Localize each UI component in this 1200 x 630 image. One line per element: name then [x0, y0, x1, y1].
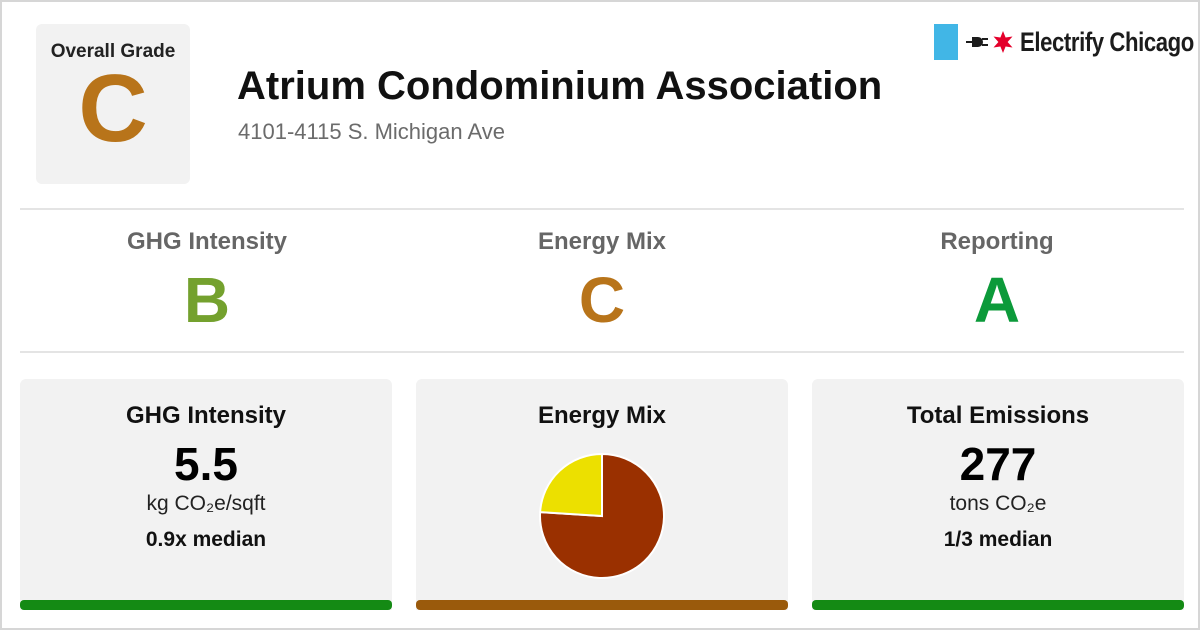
building-title: Atrium Condominium Association — [237, 64, 883, 108]
metric-title: Energy Mix — [537, 402, 667, 429]
metric-median-comparison: 1/3 median — [943, 528, 1053, 551]
pie-slice — [539, 452, 603, 518]
grade-color-bar — [20, 600, 392, 610]
grade-color-bar — [812, 600, 1184, 610]
plug-icon — [966, 37, 988, 47]
grades-divider — [20, 351, 1184, 353]
metric-median-comparison: 0.9x median — [145, 528, 267, 551]
building-summary-card: Overall Grade C Atrium Condominium Assoc… — [0, 0, 1200, 630]
metric-card-energy-mix: Energy Mix — [416, 379, 788, 610]
subgrade-label: GHG Intensity — [126, 228, 288, 255]
subgrade-label: Energy Mix — [537, 228, 667, 255]
metric-card-total-emissions: Total Emissions 277 tons CO₂e 1/3 median — [812, 379, 1184, 610]
subgrade-letter: A — [973, 264, 1021, 336]
subgrade-ghg-intensity: GHG Intensity B — [57, 228, 357, 334]
metric-card-ghg-intensity: GHG Intensity 5.5 kg CO₂e/sqft 0.9x medi… — [20, 379, 392, 610]
building-address: 4101-4115 S. Michigan Ave — [238, 119, 506, 144]
metric-value: 277 — [959, 438, 1037, 490]
metric-title: GHG Intensity — [125, 402, 287, 429]
subgrade-letter: C — [578, 264, 626, 336]
metric-unit: tons CO₂e — [949, 492, 1047, 515]
grade-color-bar — [416, 600, 788, 610]
subgrade-energy-mix: Energy Mix C — [452, 228, 752, 334]
subgrade-label: Reporting — [940, 228, 1054, 255]
brand-logo[interactable]: Electrify Chicago — [934, 24, 1200, 60]
brand-name: Electrify Chicago — [1020, 26, 1194, 57]
subgrade-reporting: Reporting A — [847, 228, 1147, 334]
red-star-icon — [993, 31, 1013, 53]
energy-mix-pie-chart — [539, 452, 665, 579]
metric-title: Total Emissions — [906, 402, 1090, 429]
overall-grade-box: Overall Grade C — [36, 24, 190, 184]
header-divider — [20, 208, 1184, 210]
metric-value: 5.5 — [174, 438, 238, 490]
subgrade-letter: B — [183, 264, 231, 336]
overall-grade-letter: C — [78, 55, 148, 162]
chicago-flag-stripe-icon — [934, 24, 958, 60]
metric-unit: kg CO₂e/sqft — [146, 492, 266, 515]
